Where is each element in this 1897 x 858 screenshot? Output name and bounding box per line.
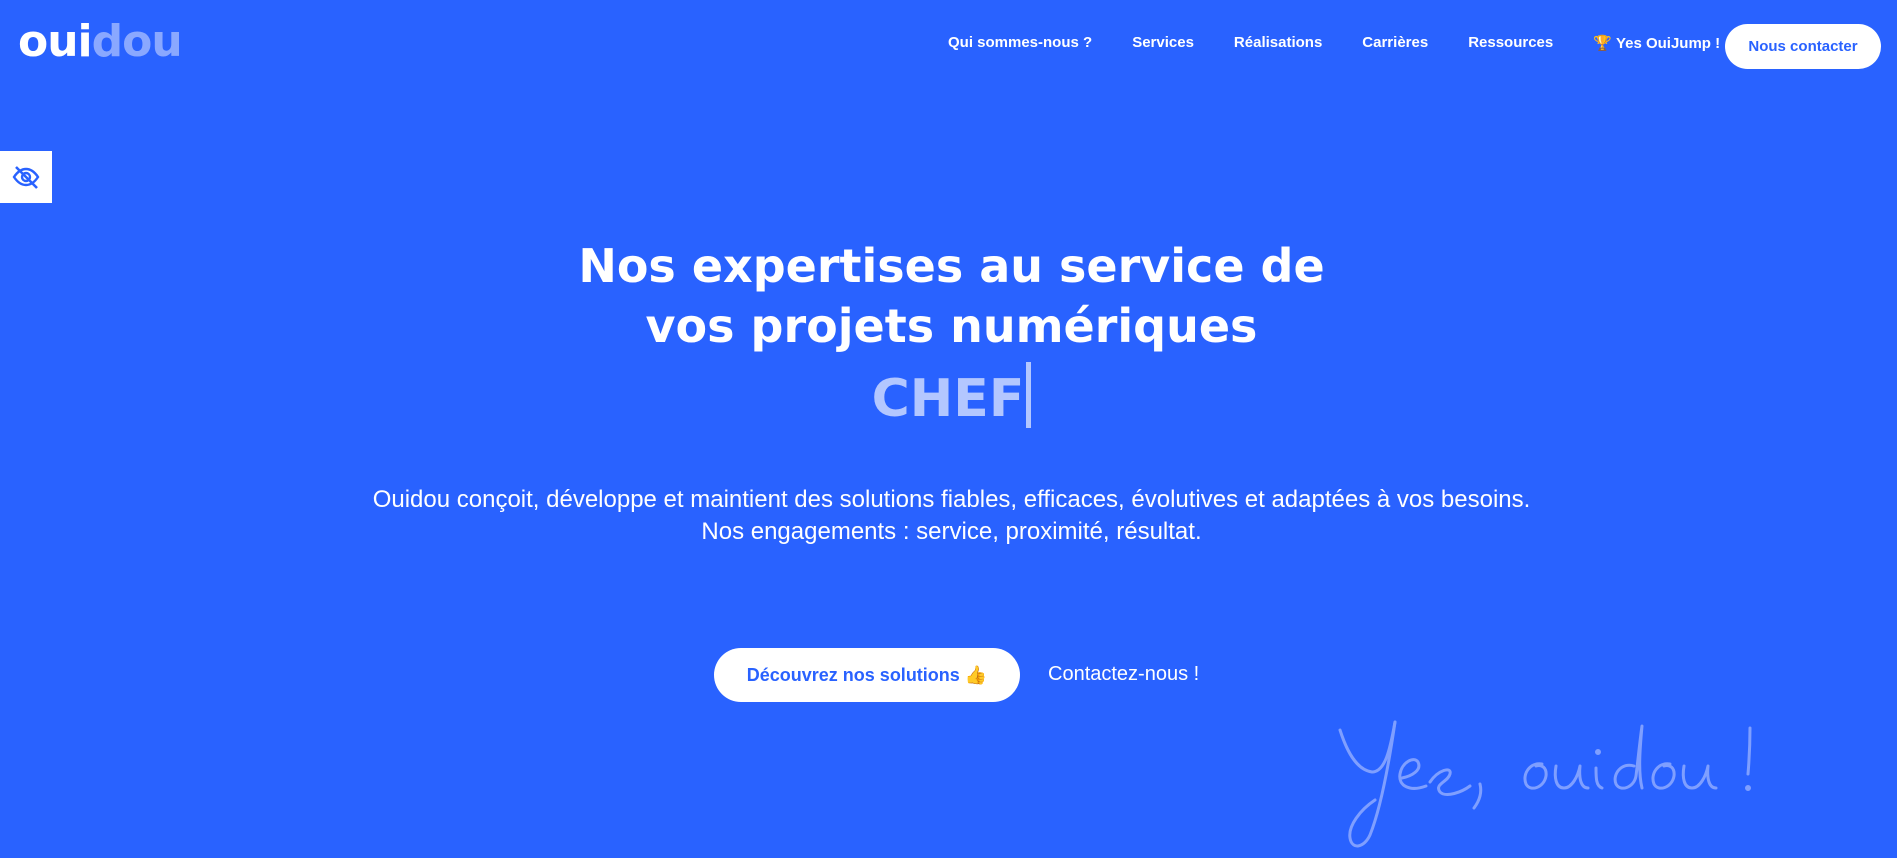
hero-title-line-1: Nos expertises au service de: [578, 239, 1325, 293]
page: ouidou Qui sommes-nous ? Services Réalis…: [0, 0, 1897, 858]
nav-item-services[interactable]: Services: [1132, 34, 1194, 52]
nav-item-yes-ouijump[interactable]: 🏆 Yes OuiJump !: [1593, 34, 1720, 52]
main-nav: Qui sommes-nous ? Services Réalisations …: [948, 34, 1760, 52]
decouvrez-solutions-button[interactable]: Découvrez nos solutions 👍: [714, 648, 1020, 702]
nav-item-qui-sommes-nous[interactable]: Qui sommes-nous ?: [948, 34, 1092, 52]
typed-word: CHEF: [871, 369, 1025, 429]
nav-item-yes-ouijump-label: Yes OuiJump !: [1615, 35, 1721, 52]
signature-yes-ouidou: [1338, 720, 1752, 848]
ouidou-logo[interactable]: ouidou: [18, 20, 183, 64]
trophy-icon: 🏆: [1593, 35, 1612, 52]
typing-cursor: [1026, 362, 1032, 428]
hero-title-line-2: vos projets numériques: [645, 299, 1258, 353]
nous-contacter-button[interactable]: Nous contacter: [1725, 24, 1881, 69]
hero-title: Nos expertises au service de vos projets…: [0, 236, 1897, 356]
hero-subtitle-line-2: Nos engagements : service, proximité, ré…: [701, 518, 1202, 545]
contactez-nous-link[interactable]: Contactez-nous !: [1048, 663, 1199, 686]
hero-subtitle: Ouidou conçoit, développe et maintient d…: [0, 484, 1897, 548]
nav-item-realisations[interactable]: Réalisations: [1234, 34, 1322, 52]
logo-part-2: dou: [91, 16, 183, 67]
eye-slash-icon: [12, 166, 40, 189]
logo-part-1: oui: [18, 16, 93, 67]
typed-text: CHEF: [0, 362, 1897, 434]
accessibility-toggle-button[interactable]: [0, 151, 52, 203]
nav-item-ressources[interactable]: Ressources: [1468, 34, 1553, 52]
hero-subtitle-line-1: Ouidou conçoit, développe et maintient d…: [372, 486, 1531, 513]
nav-item-carrieres[interactable]: Carrières: [1362, 34, 1428, 52]
